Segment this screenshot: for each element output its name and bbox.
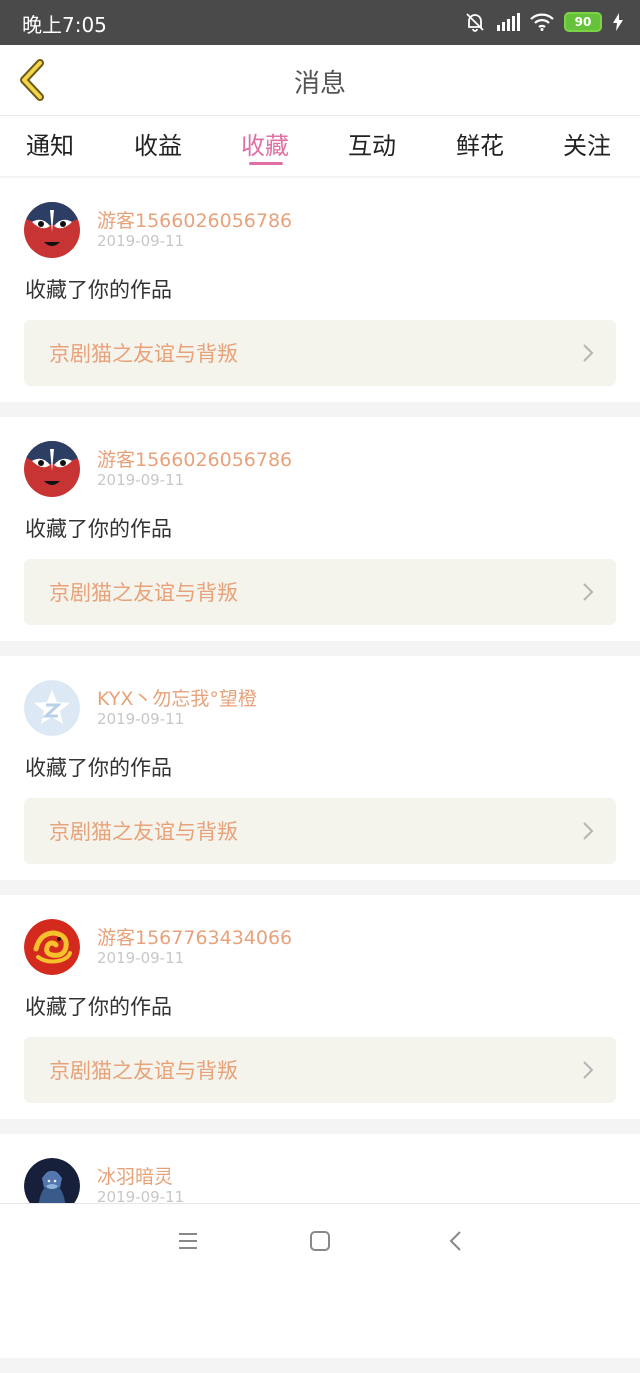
mute-bell-icon bbox=[466, 13, 484, 32]
page-title: 消息 bbox=[293, 69, 346, 99]
list-item: 游客1566026056786 2019-09-11 收藏了你的作品 京剧猫之友… bbox=[0, 178, 640, 402]
system-nav-bar bbox=[0, 1203, 640, 1281]
status-time: 晚上7:05 bbox=[22, 13, 107, 37]
action-text: 收藏了你的作品 bbox=[25, 995, 172, 1019]
work-link[interactable]: 京剧猫之友谊与背叛 bbox=[24, 320, 616, 386]
wifi-icon bbox=[530, 13, 554, 31]
work-link[interactable]: 京剧猫之友谊与背叛 bbox=[24, 1037, 616, 1103]
list-item: KYX丶勿忘我°望橙 2019-09-11 收藏了你的作品 京剧猫之友谊与背叛 bbox=[0, 656, 640, 880]
dragon-avatar-icon bbox=[24, 919, 80, 975]
message-list: 游客1566026056786 2019-09-11 收藏了你的作品 京剧猫之友… bbox=[0, 178, 640, 1373]
timestamp: 2019-09-11 bbox=[97, 471, 185, 489]
tab-interactions[interactable]: 互动 bbox=[348, 126, 396, 161]
username[interactable]: 游客1566026056786 bbox=[97, 206, 292, 233]
tab-flowers[interactable]: 鲜花 bbox=[456, 126, 504, 161]
work-title: 京剧猫之友谊与背叛 bbox=[49, 581, 238, 605]
list-item: 游客1566026056786 2019-09-11 收藏了你的作品 京剧猫之友… bbox=[0, 417, 640, 641]
timestamp: 2019-09-11 bbox=[97, 949, 185, 967]
tab-favorites[interactable]: 收藏 bbox=[241, 126, 289, 161]
opera-mask-avatar-icon bbox=[24, 202, 80, 258]
chevron-right-icon bbox=[583, 1061, 594, 1079]
username[interactable]: KYX丶勿忘我°望橙 bbox=[97, 684, 257, 711]
status-bar: 晚上7:05 90 bbox=[0, 0, 640, 45]
timestamp: 2019-09-11 bbox=[97, 710, 185, 728]
avatar[interactable] bbox=[24, 441, 80, 497]
opera-mask-avatar-icon bbox=[24, 441, 80, 497]
home-icon[interactable] bbox=[309, 1230, 331, 1252]
chevron-right-icon bbox=[583, 822, 594, 840]
username[interactable]: 冰羽暗灵 bbox=[97, 1162, 173, 1189]
work-link[interactable]: 京剧猫之友谊与背叛 bbox=[24, 559, 616, 625]
signal-icon bbox=[497, 13, 520, 31]
back-nav-icon[interactable] bbox=[446, 1230, 468, 1252]
tab-bar: 通知 收益 收藏 互动 鲜花 关注 bbox=[0, 116, 640, 176]
timestamp: 2019-09-11 bbox=[97, 232, 185, 250]
username[interactable]: 游客1567763434066 bbox=[97, 923, 292, 950]
tab-earnings[interactable]: 收益 bbox=[134, 126, 182, 161]
header: 消息 bbox=[0, 45, 640, 116]
default-star-avatar-icon bbox=[24, 680, 80, 736]
username[interactable]: 游客1566026056786 bbox=[97, 445, 292, 472]
work-title: 京剧猫之友谊与背叛 bbox=[49, 820, 238, 844]
avatar[interactable] bbox=[24, 202, 80, 258]
active-tab-indicator bbox=[249, 162, 283, 165]
battery-level: 90 bbox=[574, 15, 592, 29]
action-text: 收藏了你的作品 bbox=[25, 517, 172, 541]
list-item: 游客1567763434066 2019-09-11 收藏了你的作品 京剧猫之友… bbox=[0, 895, 640, 1119]
work-title: 京剧猫之友谊与背叛 bbox=[49, 342, 238, 366]
charging-icon bbox=[613, 13, 623, 31]
menu-icon[interactable] bbox=[177, 1230, 199, 1252]
action-text: 收藏了你的作品 bbox=[25, 756, 172, 780]
tab-follows[interactable]: 关注 bbox=[563, 126, 611, 161]
work-title: 京剧猫之友谊与背叛 bbox=[49, 1059, 238, 1083]
work-link[interactable]: 京剧猫之友谊与背叛 bbox=[24, 798, 616, 864]
tab-notifications[interactable]: 通知 bbox=[26, 126, 74, 161]
action-text: 收藏了你的作品 bbox=[25, 278, 172, 302]
avatar[interactable] bbox=[24, 680, 80, 736]
status-icons: 90 bbox=[464, 11, 624, 33]
battery-indicator: 90 bbox=[564, 12, 602, 32]
chevron-right-icon bbox=[583, 344, 594, 362]
chevron-right-icon bbox=[583, 583, 594, 601]
avatar[interactable] bbox=[24, 919, 80, 975]
